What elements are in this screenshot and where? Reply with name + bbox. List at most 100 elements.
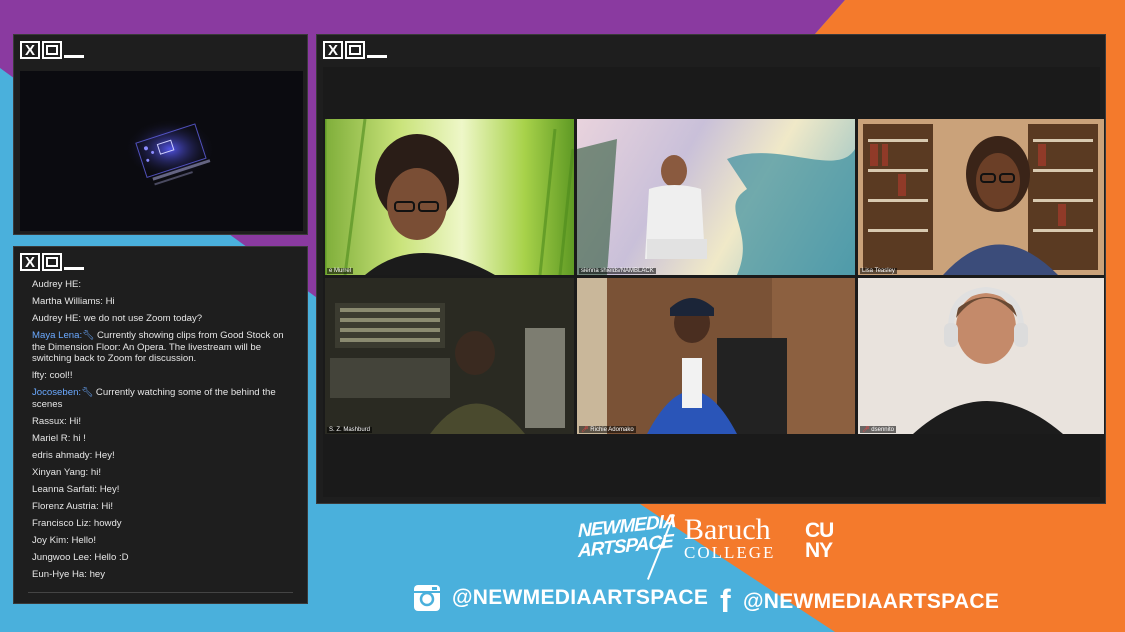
chat-username[interactable]: lfty: (32, 370, 47, 381)
meeting-window[interactable]: X e Murrel sienna shields/NAMBLACK Lisa … (316, 34, 1106, 504)
participant-video (858, 119, 1104, 275)
minimize-button[interactable] (64, 253, 84, 271)
chat-text: cool!! (46, 370, 73, 381)
maximize-button[interactable] (42, 41, 62, 59)
chat-text: Hello :D (91, 551, 129, 563)
moderator-wrench-icon: 🔧︎ (82, 330, 95, 341)
maximize-icon (46, 45, 58, 55)
chat-username[interactable]: Audrey HE: (32, 279, 81, 290)
chat-message: Jocoseben:🔧︎ Currently watching some of … (32, 387, 294, 410)
chat-username[interactable]: Jungwoo Lee: (32, 552, 92, 563)
participant-video (577, 278, 855, 434)
participant-tile[interactable]: S. Z. Mashburd (325, 278, 574, 434)
chat-username[interactable]: Xinyan Yang: (32, 467, 88, 478)
instagram-handle-row: @NEWMEDIAARTSPACE (412, 583, 708, 613)
participant-tile[interactable]: e Murrel (325, 119, 574, 275)
chat-username[interactable]: Joy Kim: (32, 535, 69, 546)
participant-name: 🎤︎ Richie Adomako (579, 426, 636, 433)
chat-message: Xinyan Yang: hi! (32, 467, 294, 479)
instagram-icon (414, 585, 440, 611)
chat-text: Hi! (98, 500, 114, 512)
chat-username[interactable]: Florenz Austria: (32, 501, 99, 512)
video-grid: e Murrel sienna shields/NAMBLACK Lisa Te… (323, 67, 1104, 497)
participant-name: sienna shields/NAMBLACK (579, 268, 656, 274)
chat-username[interactable]: Francisco Liz: (32, 518, 91, 529)
chat-username[interactable]: Maya Lena: (32, 330, 82, 341)
participant-video (858, 278, 1104, 434)
participant-name: e Murrel (327, 268, 354, 274)
cuny-logo: CU NY (805, 519, 834, 562)
maximize-icon (46, 257, 58, 267)
baruch-college-logo: Baruch COLLEGE (684, 513, 776, 562)
chat-text: Hi (102, 296, 115, 307)
moderator-wrench-icon: 🔧︎ (81, 387, 94, 398)
maximize-button[interactable] (42, 253, 62, 271)
participant-tile[interactable]: sienna shields/NAMBLACK (577, 119, 855, 275)
chat-username[interactable]: Jocoseben: (32, 387, 81, 398)
minimize-button[interactable] (64, 41, 84, 59)
close-button[interactable]: X (20, 253, 40, 271)
chat-window[interactable]: X Audrey HE: Martha Williams: Hi Audrey H… (13, 246, 308, 604)
close-button[interactable]: X (323, 41, 343, 59)
chat-message: Rassux: Hi! (32, 416, 294, 428)
chat-messages[interactable]: Audrey HE: Martha Williams: Hi Audrey HE:… (32, 279, 294, 589)
chat-username[interactable]: Leanna Sarfati: (32, 484, 97, 495)
chat-text: howdy (91, 517, 122, 529)
instagram-handle[interactable]: @NEWMEDIAARTSPACE (452, 586, 708, 610)
glowing-device-image (125, 119, 215, 186)
minimize-icon (64, 267, 84, 270)
participant-video (325, 278, 574, 434)
chat-text: Hey! (97, 483, 120, 495)
maximize-button[interactable] (345, 41, 365, 59)
chat-username[interactable]: Mariel R: (32, 433, 70, 444)
close-button[interactable]: X (20, 41, 40, 59)
chat-message: lfty: cool!! (32, 370, 294, 382)
cuny-text: CU (805, 519, 834, 542)
facebook-handle-row: f @NEWMEDIAARTSPACE (720, 583, 999, 620)
chat-message: Martha Williams: Hi (32, 296, 294, 308)
participant-name: 🎤︎ dsennito (860, 426, 896, 433)
chat-message: Leanna Sarfati: Hey! (32, 484, 294, 496)
muted-icon: 🎤︎ (862, 427, 872, 433)
chat-text: Hi! (66, 415, 82, 427)
chat-username[interactable]: Audrey HE: (32, 313, 81, 324)
chat-username[interactable]: edris ahmady: (32, 450, 92, 461)
chat-message: Audrey HE: (32, 279, 294, 291)
chat-message: Francisco Liz: howdy (32, 518, 294, 530)
college-text: COLLEGE (684, 543, 776, 562)
preview-window[interactable]: X (13, 34, 308, 235)
participant-tile[interactable]: 🎤︎ dsennito (858, 278, 1104, 434)
baruch-text: Baruch (684, 513, 771, 546)
chat-message: Mariel R: hi ! (32, 433, 294, 445)
chat-username[interactable]: Rassux: (32, 416, 67, 427)
chat-username[interactable]: Eun-Hye Ha: (32, 569, 87, 580)
chat-message: Eun-Hye Ha: hey (32, 569, 294, 581)
participant-video (325, 119, 574, 275)
chat-text: Hey! (92, 449, 115, 461)
chat-username[interactable]: Martha Williams: (32, 296, 103, 307)
preview-video (20, 71, 303, 231)
cuny-text: NY (805, 539, 833, 562)
maximize-icon (349, 45, 361, 55)
close-icon: X (24, 41, 35, 59)
chat-text: we do not use Zoom today? (81, 313, 203, 324)
chat-message: Joy Kim: Hello! (32, 535, 294, 547)
minimize-icon (367, 55, 387, 58)
chat-divider (28, 592, 293, 593)
participant-video (577, 139, 855, 275)
facebook-icon: f (720, 583, 731, 619)
chat-message: Jungwoo Lee: Hello :D (32, 552, 294, 564)
participant-tile-active[interactable]: Lisa Teasley (858, 119, 1104, 275)
participant-tile[interactable]: 🎤︎ Richie Adomako (577, 278, 855, 434)
preview-titlebar: X (14, 35, 307, 65)
participant-name: Lisa Teasley (860, 268, 897, 274)
chat-text: Hello! (68, 534, 96, 546)
chat-text: hey (86, 568, 106, 580)
meeting-titlebar: X (317, 35, 1105, 65)
chat-text: hi ! (70, 432, 86, 444)
facebook-handle[interactable]: @NEWMEDIAARTSPACE (743, 590, 999, 614)
chat-titlebar: X (14, 247, 307, 277)
minimize-icon (64, 55, 84, 58)
muted-icon: 🎤︎ (581, 427, 591, 433)
minimize-button[interactable] (367, 41, 387, 59)
